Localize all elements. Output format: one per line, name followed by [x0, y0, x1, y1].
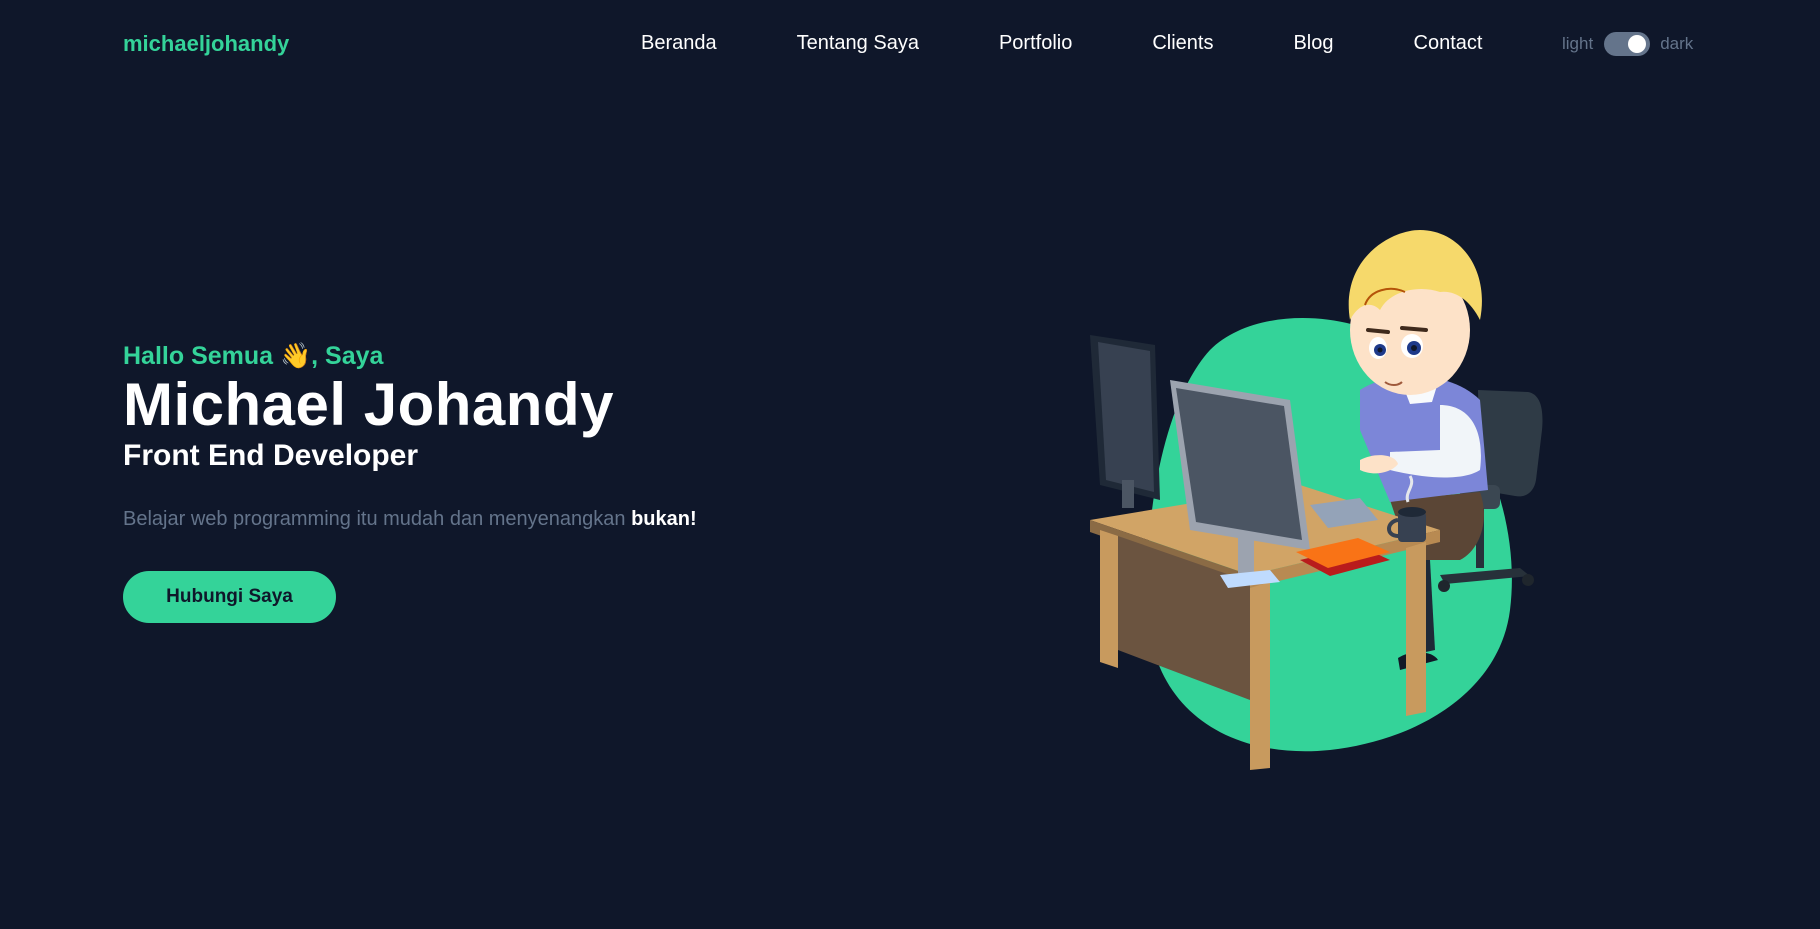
page: michaeljohandy Beranda Tentang Saya Port…: [0, 0, 1820, 929]
tagline-emphasis: bukan!: [631, 508, 697, 530]
tagline-text: Belajar web programming itu mudah dan me…: [123, 508, 632, 530]
nav-item-beranda[interactable]: Beranda: [641, 30, 717, 56]
hero-role: Front End Developer: [123, 439, 419, 472]
developer-illustration: [1090, 230, 1543, 770]
site-logo[interactable]: michaeljohandy: [123, 31, 289, 57]
nav-item-clients[interactable]: Clients: [1152, 30, 1213, 56]
nav-item-contact[interactable]: Contact: [1414, 30, 1483, 56]
left-monitor: [1090, 335, 1160, 508]
nav-item-tentang-saya[interactable]: Tentang Saya: [797, 30, 919, 56]
main-nav: Beranda Tentang Saya Portfolio Clients B…: [641, 30, 1482, 56]
site-header: michaeljohandy Beranda Tentang Saya Port…: [0, 0, 1820, 88]
nav-item-portfolio[interactable]: Portfolio: [999, 30, 1072, 56]
hero-tagline: Belajar web programming itu mudah dan me…: [123, 506, 843, 532]
nav-item-blog[interactable]: Blog: [1293, 30, 1333, 56]
hero-name: Michael Johandy: [123, 371, 614, 438]
hero-section: Hallo Semua 👋, Saya Michael Johandy Fron…: [123, 340, 843, 552]
hero-greeting: Hallo Semua 👋, Saya: [123, 342, 384, 370]
dark-mode-switch[interactable]: [1604, 32, 1651, 56]
theme-dark-label: dark: [1660, 34, 1694, 53]
contact-me-button[interactable]: Hubungi Saya: [123, 571, 336, 623]
theme-light-label: light: [1562, 34, 1594, 53]
theme-toggle: light dark: [1562, 30, 1693, 58]
switch-knob: [1628, 35, 1647, 53]
